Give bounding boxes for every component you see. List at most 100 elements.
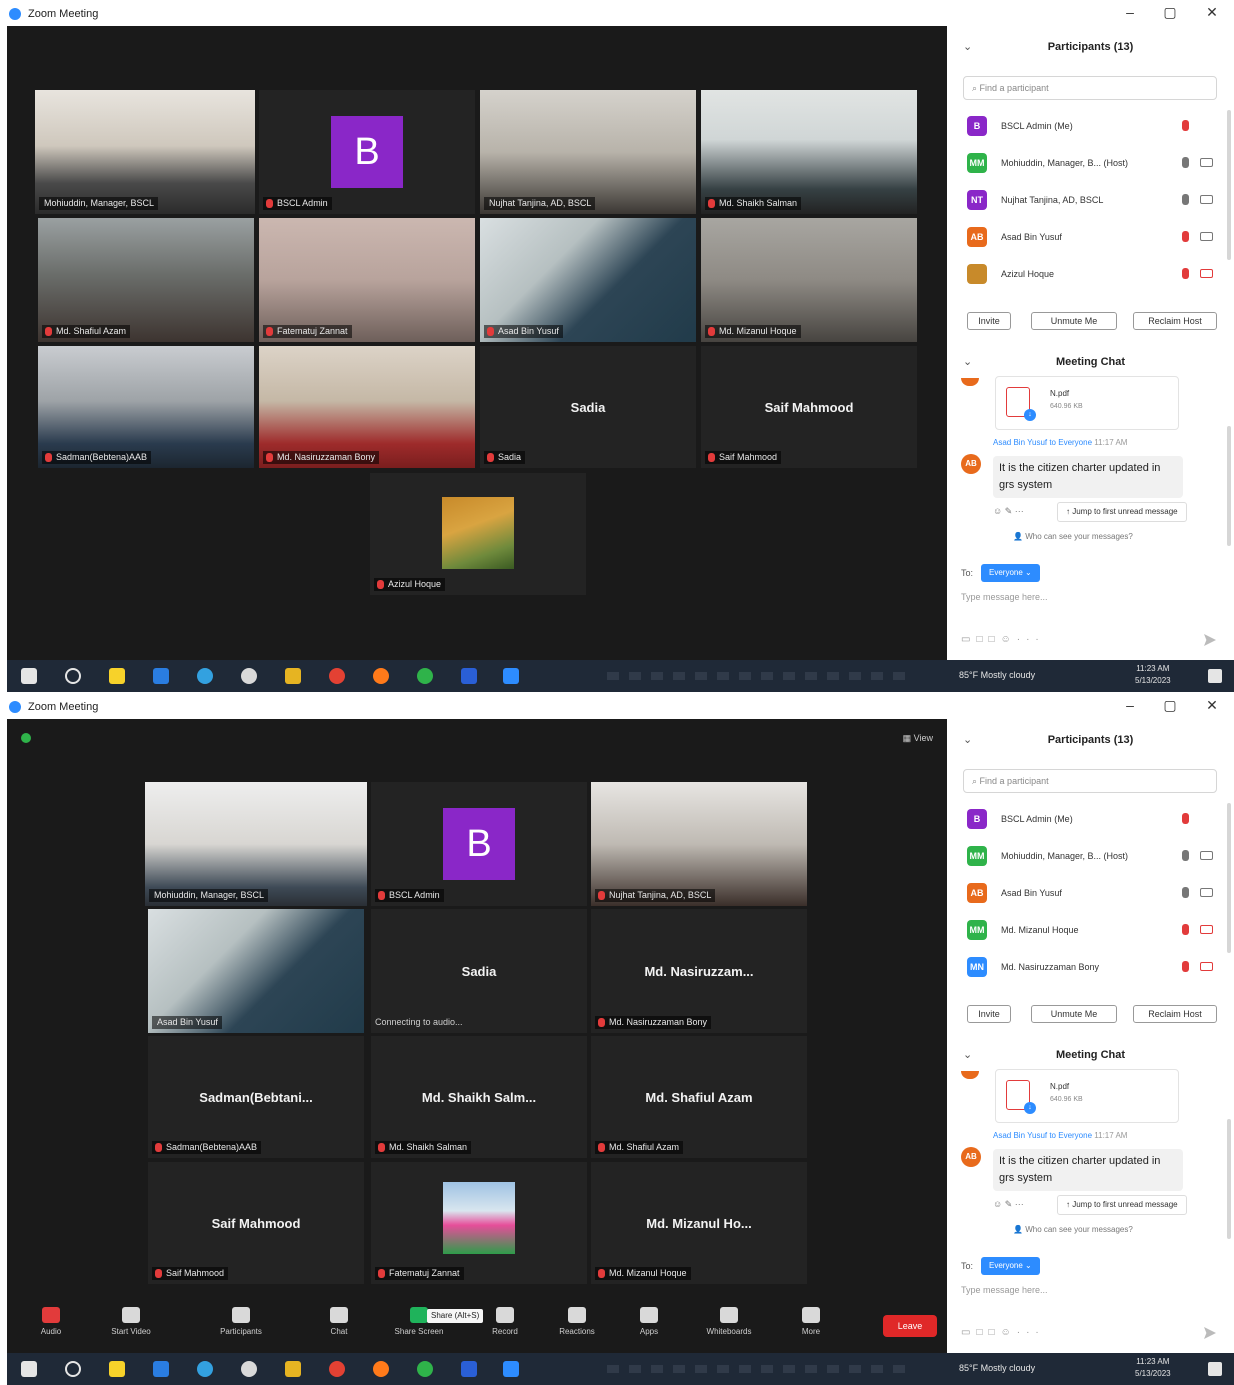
participant-row[interactable]: NT Nujhat Tanjina, AD, BSCL <box>963 182 1219 219</box>
video-tile[interactable]: Fatematuj Zannat <box>371 1162 587 1284</box>
app-icon[interactable] <box>461 1361 477 1377</box>
video-tile[interactable]: B BSCL Admin <box>259 90 475 214</box>
collapse-chat-button[interactable]: ⌄ <box>963 1041 972 1069</box>
video-tile[interactable]: Md. Shaikh Salman <box>701 90 917 214</box>
start-video-button[interactable]: Start Video <box>101 1307 161 1336</box>
clock[interactable]: 11:23 AM 5/13/2023 <box>1135 1356 1171 1380</box>
search-icon[interactable] <box>65 1361 81 1377</box>
chat-message-input[interactable]: Type message here... <box>961 1285 1048 1295</box>
send-icon[interactable] <box>1204 634 1216 646</box>
participants-button[interactable]: Participants <box>211 1307 271 1336</box>
mic-icon[interactable] <box>1182 194 1189 205</box>
mic-muted-icon[interactable] <box>1182 924 1189 935</box>
camera-icon[interactable] <box>1200 158 1213 167</box>
security-shield-icon[interactable] <box>21 733 31 743</box>
zoom-taskbar-icon[interactable] <box>503 668 519 684</box>
message-reaction-icons[interactable]: ☺ ✎ ··· <box>993 506 1024 517</box>
video-tile[interactable]: Asad Bin Yusuf <box>148 909 364 1033</box>
recipient-dropdown[interactable]: Everyone ⌄ <box>981 1257 1040 1275</box>
video-tile[interactable]: Md. Nasiruzzam... Md. Nasiruzzaman Bony <box>591 909 807 1033</box>
video-tile[interactable]: Nujhat Tanjina, AD, BSCL <box>480 90 696 214</box>
chat-format-tools[interactable]: ▭□□☺··· <box>961 634 1045 645</box>
mic-icon[interactable] <box>1182 850 1189 861</box>
collapse-participants-button[interactable]: ⌄ <box>963 32 972 62</box>
start-icon[interactable] <box>21 668 37 684</box>
participant-row[interactable]: MM Md. Mizanul Hoque <box>963 912 1219 949</box>
telegram-icon[interactable] <box>197 668 213 684</box>
app-icon[interactable] <box>461 668 477 684</box>
participant-row[interactable]: B BSCL Admin (Me) <box>963 108 1219 145</box>
video-tile[interactable]: Sadman(Bebtani... Sadman(Bebtena)AAB <box>148 1036 364 1158</box>
sticky-notes-icon[interactable] <box>109 1361 125 1377</box>
chat-message-input[interactable]: Type message here... <box>961 592 1048 602</box>
chat-scrollbar[interactable] <box>1227 1119 1231 1239</box>
who-can-see-link[interactable]: 👤 Who can see your messages? <box>1013 532 1133 541</box>
participant-row[interactable]: B BSCL Admin (Me) <box>963 801 1219 838</box>
video-tile[interactable]: Sadia Sadia <box>480 346 696 468</box>
whatsapp-desktop-icon[interactable] <box>417 668 433 684</box>
participant-row[interactable]: Azizul Hoque <box>963 256 1219 293</box>
vscode-icon[interactable] <box>153 668 169 684</box>
video-tile[interactable]: Mohiuddin, Manager, BSCL <box>35 90 255 214</box>
invite-button[interactable]: Invite <box>967 312 1011 330</box>
video-tile[interactable]: Sadman(Bebtena)AAB <box>38 346 254 468</box>
audio-button[interactable]: Audio <box>21 1307 81 1336</box>
view-button[interactable]: ▦ View <box>903 733 933 744</box>
unmute-me-button[interactable]: Unmute Me <box>1031 1005 1117 1023</box>
message-reaction-icons[interactable]: ☺ ✎ ··· <box>993 1199 1024 1210</box>
vscode-icon[interactable] <box>153 1361 169 1377</box>
participant-row[interactable]: MM Mohiuddin, Manager, B... (Host) <box>963 145 1219 182</box>
participant-row[interactable]: AB Asad Bin Yusuf <box>963 875 1219 912</box>
participants-scrollbar[interactable] <box>1227 803 1231 953</box>
sticky-notes-icon[interactable] <box>109 668 125 684</box>
chat-button[interactable]: Chat <box>309 1307 369 1336</box>
reactions-button[interactable]: Reactions <box>547 1307 607 1336</box>
camera-icon[interactable] <box>1200 851 1213 860</box>
send-icon[interactable] <box>1204 1327 1216 1339</box>
minimize-button[interactable]: – <box>1120 697 1140 713</box>
reclaim-host-button[interactable]: Reclaim Host <box>1133 1005 1217 1023</box>
mic-muted-icon[interactable] <box>1182 268 1189 279</box>
jump-to-unread-button[interactable]: ↑ Jump to first unread message <box>1057 502 1187 522</box>
participant-row[interactable]: AB Asad Bin Yusuf <box>963 219 1219 256</box>
collapse-participants-button[interactable]: ⌄ <box>963 725 972 755</box>
video-tile[interactable]: Md. Shaikh Salm... Md. Shaikh Salman <box>371 1036 587 1158</box>
file-attachment[interactable]: ↓ N.pdf 640.96 KB <box>995 1069 1179 1123</box>
collapse-chat-button[interactable]: ⌄ <box>963 348 972 376</box>
apps-button[interactable]: Apps <box>619 1307 679 1336</box>
video-tile[interactable]: Azizul Hoque <box>370 473 586 595</box>
whatsapp-desktop-icon[interactable] <box>417 1361 433 1377</box>
minimize-button[interactable]: – <box>1120 4 1140 20</box>
video-tile[interactable]: Md. Mizanul Ho... Md. Mizanul Hoque <box>591 1162 807 1284</box>
unmute-me-button[interactable]: Unmute Me <box>1031 312 1117 330</box>
video-tile[interactable]: Md. Nasiruzzaman Bony <box>259 346 475 468</box>
mic-muted-icon[interactable] <box>1182 961 1189 972</box>
camera-off-icon[interactable] <box>1200 962 1213 971</box>
whatsapp-icon[interactable] <box>241 668 257 684</box>
video-tile[interactable]: Md. Shafiul Azam Md. Shafiul Azam <box>591 1036 807 1158</box>
telegram-icon[interactable] <box>197 1361 213 1377</box>
camera-off-icon[interactable] <box>1200 925 1213 934</box>
video-tile[interactable]: Md. Shafiul Azam <box>38 218 254 342</box>
file-attachment[interactable]: ↓ N.pdf 640.96 KB <box>995 376 1179 430</box>
camera-icon[interactable] <box>1200 232 1213 241</box>
who-can-see-link[interactable]: 👤 Who can see your messages? <box>1013 1225 1133 1234</box>
video-tile[interactable]: B BSCL Admin <box>371 782 587 906</box>
file-explorer-icon[interactable] <box>285 1361 301 1377</box>
camera-icon[interactable] <box>1200 195 1213 204</box>
zoom-taskbar-icon[interactable] <box>503 1361 519 1377</box>
video-tile[interactable]: Saif Mahmood Saif Mahmood <box>701 346 917 468</box>
camera-off-icon[interactable] <box>1200 269 1213 278</box>
video-tile[interactable]: Fatematuj Zannat <box>259 218 475 342</box>
record-button[interactable]: Record <box>475 1307 535 1336</box>
file-explorer-icon[interactable] <box>285 668 301 684</box>
whiteboards-button[interactable]: Whiteboards <box>699 1307 759 1336</box>
leave-button[interactable]: Leave <box>883 1315 937 1337</box>
invite-button[interactable]: Invite <box>967 1005 1011 1023</box>
participants-scrollbar[interactable] <box>1227 110 1231 260</box>
more-button[interactable]: More <box>781 1307 841 1336</box>
jump-to-unread-button[interactable]: ↑ Jump to first unread message <box>1057 1195 1187 1215</box>
reclaim-host-button[interactable]: Reclaim Host <box>1133 312 1217 330</box>
chrome-icon[interactable] <box>329 668 345 684</box>
search-icon[interactable] <box>65 668 81 684</box>
